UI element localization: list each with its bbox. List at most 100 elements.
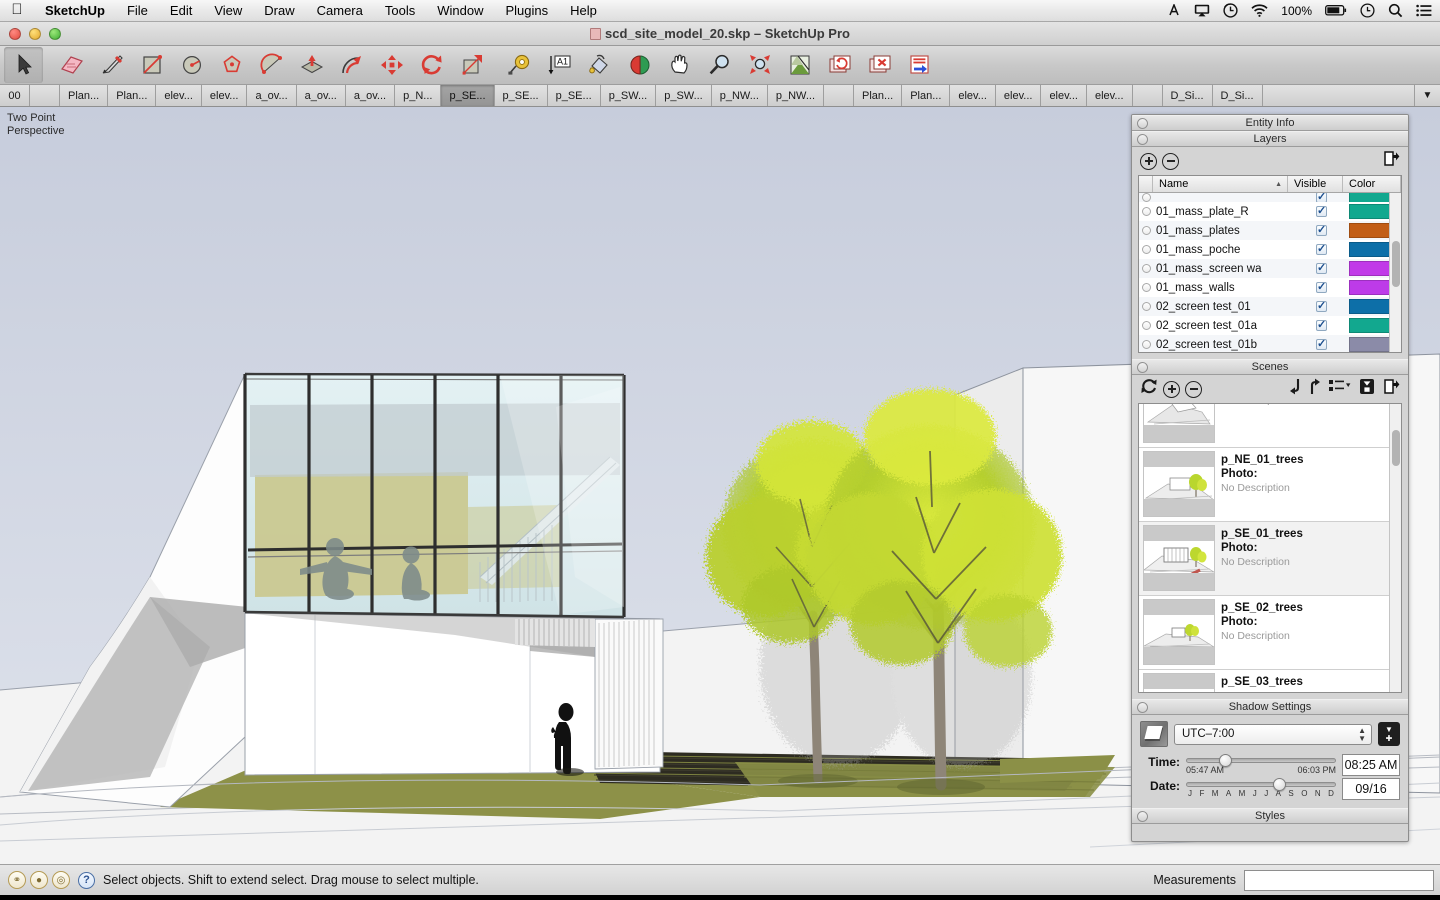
layers-scrollbar-thumb[interactable] [1392,241,1400,287]
scene-list-item[interactable]: Photo: No Description [1139,403,1401,448]
add-scene-icon[interactable] [1163,381,1180,398]
layer-visible-checkbox[interactable] [1294,301,1349,312]
menu-sketchup[interactable]: SketchUp [34,0,116,22]
line-tool-button[interactable] [92,47,131,83]
menu-draw[interactable]: Draw [253,0,305,22]
circle-tool-button[interactable] [172,47,211,83]
eraser-tool-button[interactable] [52,47,91,83]
apple-logo-icon[interactable]:  [0,2,34,19]
privacy-icon[interactable]: ◎ [52,871,70,889]
menu-plugins[interactable]: Plugins [494,0,559,22]
scene-tab-13[interactable]: p_SW... [656,85,712,106]
update-scene-button[interactable] [900,47,939,83]
scene-tab-10[interactable]: p_SE... [495,85,548,106]
remove-scene-icon[interactable] [1185,381,1202,398]
scene-tab-21[interactable]: elev... [1087,85,1133,106]
panel-header-layers[interactable]: Layers [1132,131,1408,147]
scene-tab-2[interactable]: Plan... [108,85,156,106]
move-tool-button[interactable] [372,47,411,83]
scene-tab-8[interactable]: p_N... [395,85,441,106]
remove-layer-button[interactable] [1162,153,1179,170]
scene-tab-11[interactable]: p_SE... [548,85,601,106]
layers-table[interactable]: Name ▲ Visible Color 01_mass_plate_R [1138,175,1402,353]
layer-active-radio[interactable] [1139,264,1153,273]
text-input-icon[interactable] [1167,4,1181,17]
scene-list-item[interactable]: p_SE_03_trees [1139,670,1401,693]
refresh-scene-icon[interactable] [1140,378,1158,400]
menu-edit[interactable]: Edit [159,0,203,22]
delete-scene-button[interactable] [860,47,899,83]
date-slider[interactable]: J F M A M J J A S O N D [1186,778,1336,798]
date-value-field[interactable]: 09/16 [1342,778,1400,800]
push-pull-tool-button[interactable] [292,47,331,83]
layer-active-radio[interactable] [1139,245,1153,254]
layer-row[interactable]: 01_mass_walls [1139,278,1401,297]
section-plane-tool-button[interactable] [620,47,659,83]
scene-details-icon[interactable] [1383,378,1400,400]
scene-list-item[interactable]: p_NE_01_trees Photo: No Description [1139,448,1401,522]
menu-file[interactable]: File [116,0,159,22]
scene-tab-15[interactable]: p_NW... [768,85,824,106]
dimension-tool-button[interactable]: A1 [540,47,579,83]
scene-tab-14[interactable]: p_NW... [712,85,768,106]
layer-visible-checkbox[interactable] [1294,206,1349,217]
scene-tab-16[interactable]: Plan... [854,85,902,106]
scene-tab-9-selected[interactable]: p_SE... [441,85,494,106]
add-scene-button[interactable] [820,47,859,83]
layers-col-color[interactable]: Color [1343,176,1401,192]
menu-camera[interactable]: Camera [306,0,374,22]
scene-tab-12[interactable]: p_SW... [601,85,657,106]
polygon-tool-button[interactable] [212,47,251,83]
layer-active-radio[interactable] [1139,302,1153,311]
layer-row[interactable] [1139,193,1401,202]
pan-tool-button[interactable] [660,47,699,83]
move-scene-down-icon[interactable] [1289,378,1301,400]
date-slider-track[interactable] [1186,782,1336,787]
help-icon[interactable]: ? [78,872,95,889]
scene-tab-3[interactable]: elev... [156,85,202,106]
time-slider[interactable]: 05:47 AM 06:03 PM [1186,754,1336,775]
menu-view[interactable]: View [203,0,253,22]
layer-active-radio[interactable] [1139,283,1153,292]
layer-visible-checkbox[interactable] [1294,225,1349,236]
scenes-list[interactable]: Photo: No Description p_NE_01_trees Phot… [1138,403,1402,693]
measurements-input[interactable] [1244,870,1434,891]
follow-me-tool-button[interactable] [332,47,371,83]
scale-tool-button[interactable] [452,47,491,83]
scene-list-item[interactable]: p_SE_02_trees Photo: No Description [1139,596,1401,670]
panel-header-entity-info[interactable]: Entity Info [1132,115,1408,131]
layer-row[interactable]: 01_mass_plate_R [1139,202,1401,221]
scene-tab-0[interactable]: 00 [0,85,30,106]
scene-tab-4[interactable]: elev... [202,85,248,106]
layer-row[interactable]: 02_screen test_01b [1139,335,1401,353]
layer-visible-checkbox[interactable] [1294,282,1349,293]
show-details-icon[interactable] [1359,378,1375,400]
layer-row[interactable]: 01_mass_screen wa [1139,259,1401,278]
layer-active-radio[interactable] [1139,340,1153,349]
time-value-field[interactable]: 08:25 AM [1342,754,1400,776]
scene-list-item[interactable]: p_SE_01_trees Photo: No Description [1139,522,1401,596]
shadow-display-toggle-button[interactable]: ▼✚ [1378,722,1400,746]
battery-icon[interactable] [1325,5,1347,16]
menu-help[interactable]: Help [559,0,608,22]
select-tool-button[interactable] [4,47,43,83]
move-scene-up-icon[interactable] [1309,378,1321,400]
view-options-icon[interactable] [1329,379,1351,399]
layer-row[interactable]: 01_mass_plates [1139,221,1401,240]
zoom-tool-button[interactable] [700,47,739,83]
timezone-select[interactable]: UTC–7:00 ▲▼ [1174,724,1372,745]
scene-tab-19[interactable]: elev... [996,85,1042,106]
layer-visible-checkbox[interactable] [1294,339,1349,350]
wifi-icon[interactable] [1251,4,1268,17]
layer-details-button[interactable] [1383,150,1400,172]
scene-tab-22[interactable]: D_Si... [1163,85,1213,106]
layers-scrollbar[interactable] [1389,193,1401,352]
shadow-toggle-icon[interactable] [1140,721,1168,747]
scene-tab-20[interactable]: elev... [1041,85,1087,106]
notification-center-icon[interactable] [1416,4,1432,17]
zoom-extents-tool-button[interactable] [740,47,779,83]
credits-icon[interactable]: ● [30,871,48,889]
panel-header-scenes[interactable]: Scenes [1132,359,1408,375]
panel-header-styles[interactable]: Styles [1132,808,1408,824]
scene-tab-17[interactable]: Plan... [902,85,950,106]
